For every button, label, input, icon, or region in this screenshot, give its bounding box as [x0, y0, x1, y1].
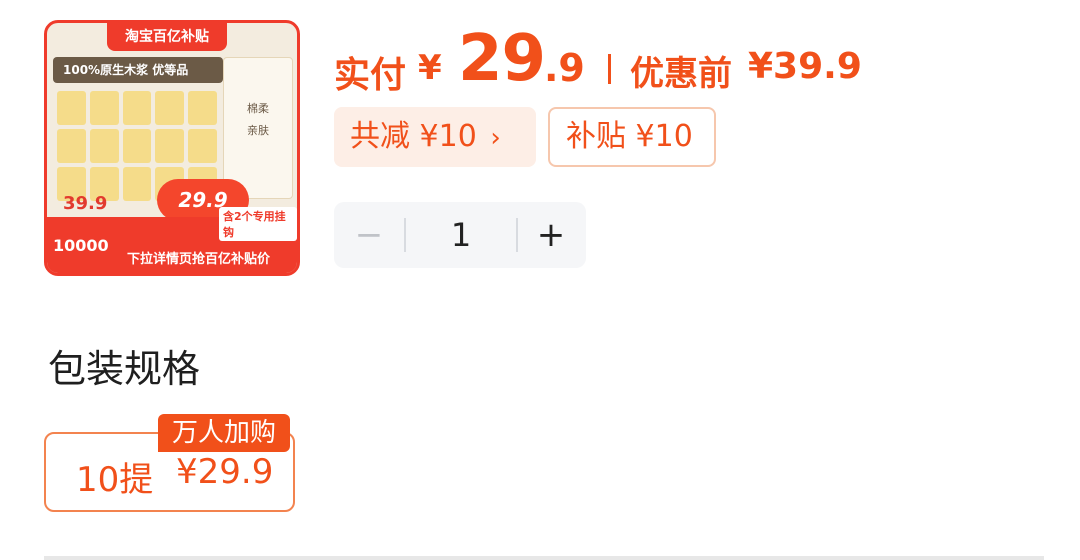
- chevron-right-icon: ›: [490, 123, 501, 153]
- image-count-text: 10000: [53, 236, 109, 255]
- pack-text-2: 亲肤: [247, 124, 269, 137]
- divider: [44, 556, 1044, 560]
- price-divider: [608, 54, 611, 84]
- image-bottom-text: 下拉详情页抢百亿补贴价: [127, 252, 271, 267]
- paid-price-decimal: .9: [544, 46, 585, 90]
- paid-currency: ¥: [418, 48, 442, 88]
- image-hook-text: 含2个专用挂钩: [219, 207, 297, 241]
- spec-option-label: 10提: [76, 460, 154, 500]
- paid-price-integer: 29: [458, 22, 546, 96]
- original-price: ¥39.9: [748, 46, 862, 87]
- image-tagline: 100%原生木浆 优等品: [53, 57, 223, 83]
- quantity-input[interactable]: 1: [406, 202, 516, 268]
- increase-quantity-button[interactable]: +: [516, 202, 586, 268]
- original-price-label: 优惠前: [630, 54, 732, 94]
- total-discount-chip[interactable]: 共减 ¥10 ›: [334, 107, 536, 167]
- total-discount-label: 共减 ¥10: [350, 119, 477, 154]
- spec-option-price: ¥29.9: [176, 452, 274, 492]
- decrease-quantity-button[interactable]: −: [334, 202, 404, 268]
- section-title: 包装规格: [48, 347, 201, 391]
- subsidy-label: 补贴 ¥10: [566, 119, 693, 154]
- pack-text-1: 棉柔: [247, 102, 269, 115]
- quantity-stepper[interactable]: − 1 +: [334, 202, 586, 268]
- image-bottom-strip: 含2个专用挂钩 10000 下拉详情页抢百亿补贴价: [47, 207, 297, 273]
- spec-option-badge: 万人加购: [158, 414, 290, 452]
- product-image[interactable]: 淘宝百亿补贴 100%原生木浆 优等品 棉柔 亲肤 39.9 29.9 含2个专…: [44, 20, 300, 276]
- subsidy-chip: 补贴 ¥10: [548, 107, 716, 167]
- subsidy-banner: 淘宝百亿补贴: [107, 23, 227, 51]
- image-original-price: 39.9: [63, 193, 108, 214]
- tissue-pack: 棉柔 亲肤: [223, 57, 293, 199]
- paid-label: 实付: [334, 55, 407, 96]
